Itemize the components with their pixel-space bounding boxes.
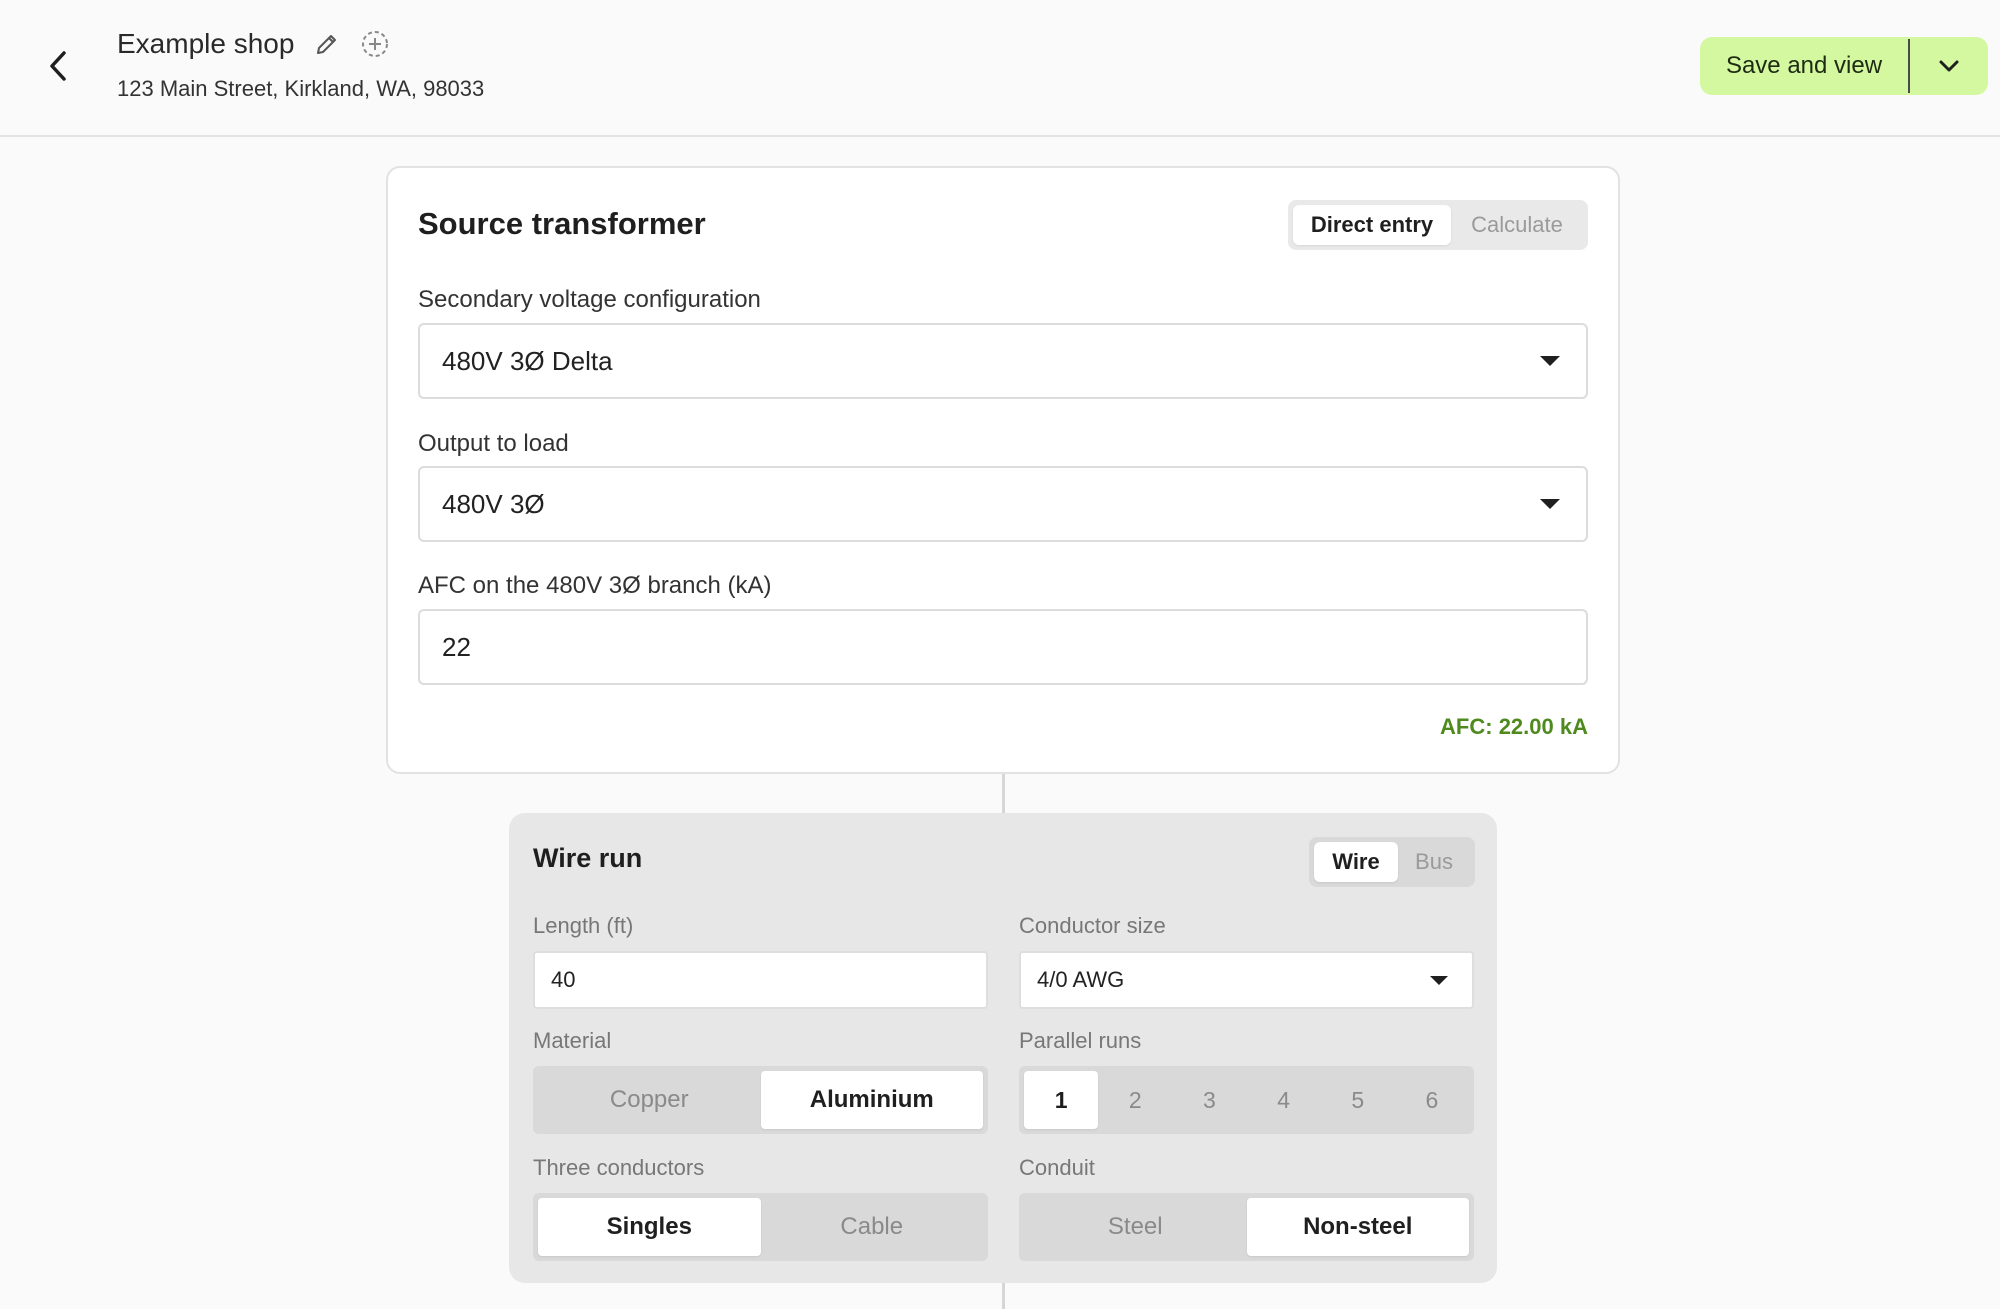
secondary-voltage-label: Secondary voltage configuration — [418, 286, 761, 313]
back-button[interactable] — [36, 44, 80, 88]
afc-input[interactable]: 22 — [418, 609, 1588, 685]
chevron-down-icon — [1939, 60, 1959, 72]
caret-down-icon — [1540, 356, 1560, 366]
secondary-voltage-select[interactable]: 480V 3Ø Delta — [418, 323, 1588, 399]
output-to-load-value: 480V 3Ø — [442, 488, 545, 519]
parallel-run-6[interactable]: 6 — [1395, 1071, 1469, 1129]
material-copper[interactable]: Copper — [538, 1071, 761, 1129]
app-header: Example shop 123 Main Street, Kirkland, … — [0, 0, 2000, 137]
conductor-size-label: Conductor size — [1019, 913, 1166, 938]
entry-mode-toggle: Direct entry Calculate — [1288, 200, 1588, 250]
wire-type-toggle: Wire Bus — [1309, 837, 1475, 887]
tab-direct-entry[interactable]: Direct entry — [1293, 205, 1451, 245]
tab-wire[interactable]: Wire — [1314, 842, 1398, 882]
parallel-runs-toggle: 1 2 3 4 5 6 — [1019, 1066, 1474, 1134]
chevron-left-icon — [50, 51, 66, 81]
pencil-icon[interactable] — [312, 29, 342, 59]
connector-line — [1002, 774, 1005, 813]
caret-down-icon — [1540, 499, 1560, 509]
parallel-run-3[interactable]: 3 — [1172, 1071, 1246, 1129]
afc-result: AFC: 22.00 kA — [1440, 714, 1588, 739]
conduit-label: Conduit — [1019, 1155, 1095, 1180]
parallel-run-4[interactable]: 4 — [1247, 1071, 1321, 1129]
conduit-steel[interactable]: Steel — [1024, 1198, 1247, 1256]
source-transformer-card: Source transformer Direct entry Calculat… — [386, 166, 1620, 774]
material-aluminium[interactable]: Aluminium — [760, 1071, 983, 1129]
secondary-voltage-value: 480V 3Ø Delta — [442, 345, 613, 376]
wire-run-card: Wire run Wire Bus Length (ft) 40 Conduct… — [509, 813, 1497, 1283]
add-circle-icon[interactable] — [360, 29, 390, 59]
conduit-toggle: Steel Non-steel — [1019, 1193, 1474, 1261]
afc-label: AFC on the 480V 3Ø branch (kA) — [418, 572, 772, 599]
material-toggle: Copper Aluminium — [533, 1066, 988, 1134]
conductors-singles[interactable]: Singles — [538, 1198, 761, 1256]
conductor-size-value: 4/0 AWG — [1037, 967, 1125, 992]
parallel-run-5[interactable]: 5 — [1321, 1071, 1395, 1129]
afc-input-value: 22 — [442, 631, 471, 662]
connector-line — [1002, 1283, 1005, 1309]
shop-title-row: Example shop — [117, 26, 390, 62]
card-title: Source transformer — [418, 206, 706, 241]
length-input[interactable]: 40 — [533, 951, 988, 1009]
parallel-runs-label: Parallel runs — [1019, 1028, 1142, 1053]
output-to-load-label: Output to load — [418, 430, 569, 457]
length-label: Length (ft) — [533, 913, 634, 938]
parallel-run-2[interactable]: 2 — [1098, 1071, 1172, 1129]
tab-bus[interactable]: Bus — [1398, 842, 1470, 882]
material-label: Material — [533, 1028, 612, 1053]
shop-address: 123 Main Street, Kirkland, WA, 98033 — [117, 76, 485, 101]
caret-down-icon — [1430, 975, 1448, 985]
output-to-load-select[interactable]: 480V 3Ø — [418, 466, 1588, 542]
conductor-size-select[interactable]: 4/0 AWG — [1019, 951, 1474, 1009]
length-value: 40 — [551, 967, 576, 992]
save-and-view-button[interactable]: Save and view — [1700, 37, 1908, 95]
wire-run-title: Wire run — [533, 843, 643, 873]
conductors-cable[interactable]: Cable — [761, 1198, 984, 1256]
save-button-group: Save and view — [1700, 37, 1988, 95]
three-conductors-label: Three conductors — [533, 1155, 705, 1180]
tab-calculate[interactable]: Calculate — [1451, 205, 1583, 245]
conduit-non-steel[interactable]: Non-steel — [1246, 1198, 1469, 1256]
three-conductors-toggle: Singles Cable — [533, 1193, 988, 1261]
shop-title: Example shop — [117, 28, 295, 59]
save-options-button[interactable] — [1910, 37, 1988, 95]
parallel-run-1[interactable]: 1 — [1024, 1071, 1099, 1129]
